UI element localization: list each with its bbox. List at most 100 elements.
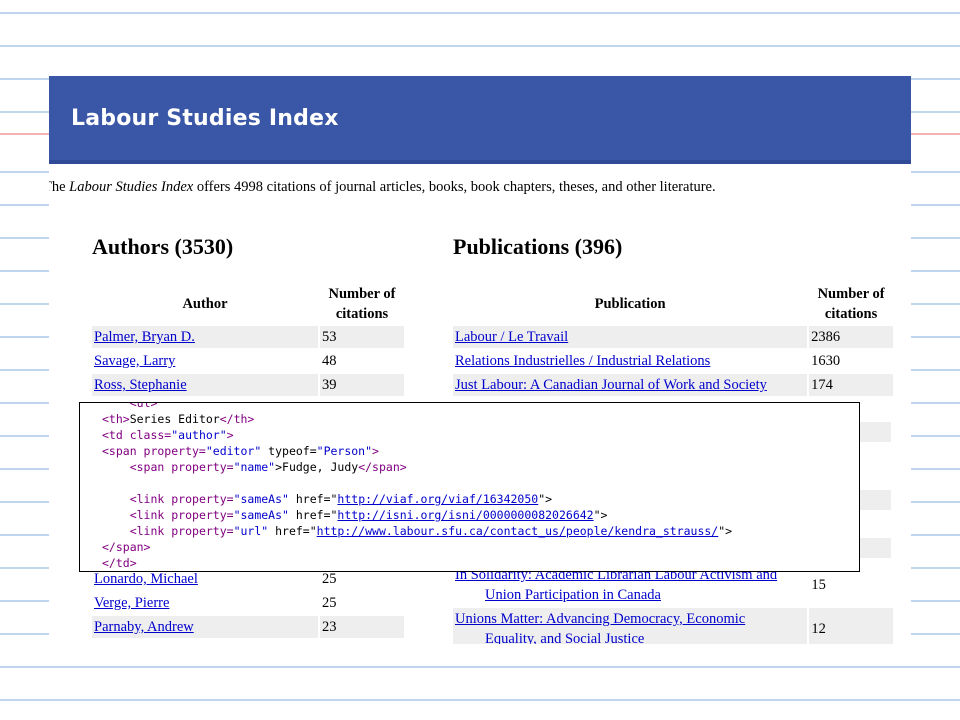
table-row: Palmer, Bryan D. 53: [92, 326, 404, 348]
code-string: "editor": [205, 444, 262, 458]
code-tag: <ul>: [129, 402, 158, 410]
code-line: </td>: [102, 555, 859, 571]
code-line: <link property="url" href="http://www.la…: [102, 523, 859, 539]
publication-link[interactable]: Unions Matter: Advancing Democracy, Econ…: [455, 611, 805, 644]
code-text: ">: [718, 524, 733, 538]
code-tag: <span property=: [102, 444, 206, 458]
publication-link[interactable]: Relations Industrielles / Industrial Rel…: [455, 353, 710, 369]
col-publication: Publication: [594, 296, 666, 312]
code-text: >Fudge, Judy: [275, 460, 359, 474]
intro-text: The Labour Studies Index offers 4998 cit…: [49, 179, 716, 196]
col-author-count: Number of citations: [320, 284, 404, 324]
publication-cell: Relations Industrielles / Industrial Rel…: [453, 350, 807, 372]
author-count: 23: [320, 616, 404, 638]
publication-link[interactable]: Labour / Le Travail: [455, 329, 568, 345]
author-link[interactable]: Parnaby, Andrew: [94, 619, 194, 635]
code-string: "url": [233, 524, 269, 538]
code-tag: <link property=: [129, 508, 234, 522]
author-link[interactable]: Lonardo, Michael: [94, 571, 198, 587]
intro-suffix: offers 4998 citations of journal article…: [193, 179, 716, 195]
table-row: Verge, Pierre 25: [92, 592, 404, 614]
intro-prefix: The: [49, 179, 66, 195]
code-tag: <th>: [102, 412, 130, 426]
table-row: Labour / Le Travail 2386: [453, 326, 893, 348]
author-count: 48: [322, 353, 337, 369]
code-string: "Person": [316, 444, 373, 458]
code-tag: <link property=: [129, 524, 234, 538]
code-tag: </th>: [219, 412, 255, 426]
publication-count: 174: [809, 374, 893, 396]
code-snippet-popup: <ul> <th>Series Editor</th> <td class="a…: [79, 402, 860, 572]
code-tag: <td class=: [102, 428, 172, 442]
publication-link-line2: Union Participation in Canada: [485, 587, 661, 603]
col-author: Author: [182, 296, 228, 312]
code-line: <link property="sameAs" href="http://isn…: [102, 507, 859, 523]
code-line: <span property="name">Fudge, Judy</span>: [102, 459, 859, 475]
publication-link-line1: Unions Matter: Advancing Democracy, Econ…: [455, 611, 746, 627]
code-tag: </span>: [358, 460, 407, 474]
table-row: Relations Industrielles / Industrial Rel…: [453, 350, 893, 372]
code-line: <link property="sameAs" href="http://via…: [102, 491, 859, 507]
author-count: 25: [322, 595, 337, 611]
code-line: <span property="editor" typeof="Person">: [102, 443, 859, 459]
code-tag: >: [372, 444, 379, 458]
intro-italic-title: Labour Studies Index: [69, 179, 194, 195]
table-row: Just Labour: A Canadian Journal of Work …: [453, 374, 893, 396]
author-link[interactable]: Palmer, Bryan D.: [94, 329, 195, 345]
authors-table: Author Number of citations Palmer, Bryan…: [90, 282, 406, 398]
author-cell: Parnaby, Andrew: [92, 616, 318, 638]
publications-table: Publication Number of citations Labour /…: [451, 282, 895, 398]
author-count: 53: [320, 326, 404, 348]
code-string: "sameAs": [233, 508, 289, 522]
col-publication-count-line1: Number of: [817, 286, 885, 302]
table-row: Savage, Larry 48: [92, 350, 404, 372]
page-title: Labour Studies Index: [71, 105, 339, 131]
author-cell: Palmer, Bryan D.: [92, 326, 318, 348]
code-tag: <span property=: [129, 460, 234, 474]
col-author-count-line1: Number of: [328, 286, 396, 302]
code-text: Series Editor: [129, 412, 220, 426]
publication-cell: Just Labour: A Canadian Journal of Work …: [453, 374, 808, 396]
publication-cell: Unions Matter: Advancing Democracy, Econ…: [453, 608, 808, 644]
author-link[interactable]: Ross, Stephanie: [94, 377, 187, 393]
code-tag: </span>: [102, 540, 151, 554]
author-link[interactable]: Savage, Larry: [94, 353, 175, 369]
code-tag: <link property=: [129, 492, 234, 506]
page-header: Labour Studies Index: [49, 76, 911, 164]
code-url-link[interactable]: http://viaf.org/viaf/16342050: [337, 492, 538, 506]
author-cell: Savage, Larry: [92, 350, 318, 372]
publications-table-lower: In Solidarity: Academic Librarian Labour…: [451, 562, 895, 644]
code-url-link[interactable]: http://isni.org/isni/0000000082026642: [337, 508, 593, 522]
code-string: "sameAs": [233, 492, 289, 506]
publication-link[interactable]: In Solidarity: Academic Librarian Labour…: [455, 567, 805, 605]
author-cell: Verge, Pierre: [92, 592, 318, 614]
code-text: typeof=: [261, 444, 317, 458]
code-string: "name": [233, 460, 276, 474]
code-text: ">: [538, 492, 553, 506]
col-author-count-line2: citations: [335, 306, 389, 322]
author-cell: Ross, Stephanie: [92, 374, 318, 396]
publication-count: 12: [809, 608, 893, 644]
authors-heading: Authors (3530): [92, 234, 234, 259]
authors-table-lower: Lonardo, Michael 25 Verge, Pierre 25 Par…: [90, 566, 406, 640]
col-publication-count: Number of citations: [809, 284, 893, 324]
code-url-link[interactable]: http://www.labour.sfu.ca/contact_us/peop…: [317, 524, 719, 538]
code-text: href=": [268, 524, 317, 538]
code-text: href=": [288, 492, 338, 506]
publication-count: 1630: [811, 353, 841, 369]
code-string: "author": [171, 428, 227, 442]
table-row: Parnaby, Andrew 23: [92, 616, 404, 638]
code-text: ">: [593, 508, 608, 522]
publication-link-line2: Equality, and Social Justice: [485, 631, 645, 644]
code-tag: >: [226, 428, 234, 442]
publications-table-header: Publication Number of citations: [453, 284, 893, 324]
code-text: href=": [288, 508, 338, 522]
publication-count: 2386: [809, 326, 893, 348]
publication-link[interactable]: Just Labour: A Canadian Journal of Work …: [455, 377, 767, 393]
code-line: </span>: [102, 539, 859, 555]
col-publication-count-line2: citations: [824, 306, 878, 322]
author-count: 39: [320, 374, 404, 396]
author-link[interactable]: Verge, Pierre: [94, 595, 169, 611]
publications-heading: Publications (396): [453, 234, 623, 259]
